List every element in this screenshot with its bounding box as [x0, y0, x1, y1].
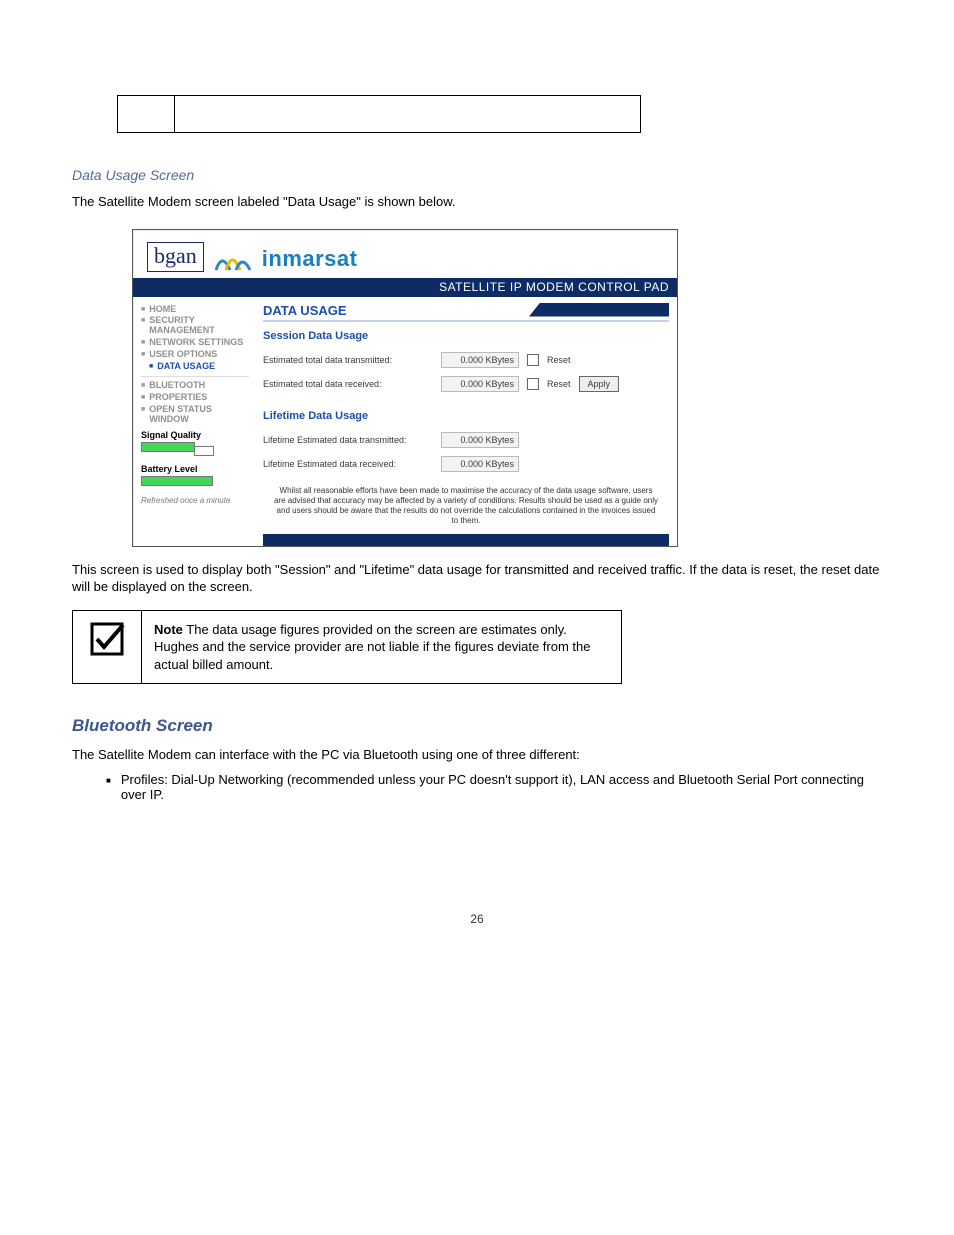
sidebar-item-label: USER OPTIONS: [149, 350, 217, 360]
sidebar-item-label: OPEN STATUS WINDOW: [149, 405, 249, 425]
note-text-cell: Note The data usage figures provided on …: [142, 610, 622, 684]
session-tx-reset-checkbox[interactable]: [527, 354, 539, 366]
section-intro: The Satellite Modem screen labeled "Data…: [72, 193, 882, 211]
session-rx-reset-checkbox[interactable]: [527, 378, 539, 390]
bluetooth-bullet-text: Profiles: Dial-Up Networking (recommende…: [121, 772, 882, 802]
sidebar-item-open-status[interactable]: ■OPEN STATUS WINDOW: [141, 405, 249, 425]
battery-level-label: Battery Level: [141, 464, 249, 474]
note-box: Note The data usage figures provided on …: [72, 610, 622, 685]
sidebar-item-network[interactable]: ■NETWORK SETTINGS: [141, 338, 249, 348]
session-rx-value: 0.000 KBytes: [441, 376, 519, 392]
checkmark-icon: [89, 621, 125, 657]
note-text: The data usage figures provided on the s…: [154, 622, 590, 672]
inmarsat-waves-icon: [212, 250, 254, 272]
lifetime-rx-row: Lifetime Estimated data received: 0.000 …: [263, 456, 669, 472]
session-heading: Session Data Usage: [263, 330, 669, 342]
bgan-logo: bgan: [147, 242, 204, 272]
sidebar-item-properties[interactable]: ■PROPERTIES: [141, 393, 249, 403]
top-table-cell-2: [175, 96, 641, 133]
screenshot-footer-bar: [263, 534, 669, 546]
after-shot-text: This screen is used to display both "Ses…: [72, 561, 882, 596]
usage-disclaimer: Whilst all reasonable efforts have been …: [263, 480, 669, 532]
control-pad-title-bar: SATELLITE IP MODEM CONTROL PAD: [133, 278, 677, 297]
sidebar-item-label: BLUETOOTH: [149, 381, 205, 391]
sidebar-item-home[interactable]: ■HOME: [141, 305, 249, 315]
lifetime-heading: Lifetime Data Usage: [263, 410, 669, 422]
bluetooth-heading: Bluetooth Screen: [72, 716, 882, 736]
screenshot-header: bgan inmarsat: [133, 230, 677, 278]
signal-quality-bar-empty: [194, 446, 214, 456]
page-number: 26: [72, 912, 882, 926]
note-label: Note: [154, 622, 183, 637]
lifetime-rx-value: 0.000 KBytes: [441, 456, 519, 472]
sidebar-item-data-usage[interactable]: ■DATA USAGE: [141, 362, 249, 372]
bullet-icon: ■: [106, 776, 111, 802]
bluetooth-bullet: ■ Profiles: Dial-Up Networking (recommen…: [106, 772, 882, 802]
sidebar-item-label: HOME: [149, 305, 176, 315]
bluetooth-intro: The Satellite Modem can interface with t…: [72, 746, 882, 764]
sidebar-item-bluetooth[interactable]: ■BLUETOOTH: [141, 381, 249, 391]
inmarsat-logo-text: inmarsat: [262, 246, 358, 272]
session-tx-value: 0.000 KBytes: [441, 352, 519, 368]
lifetime-tx-label: Lifetime Estimated data transmitted:: [263, 435, 433, 445]
top-empty-table: [117, 95, 641, 133]
sidebar-item-label: NETWORK SETTINGS: [149, 338, 243, 348]
modem-screenshot: bgan inmarsat SATELLITE IP MODEM CONTROL…: [132, 229, 678, 547]
signal-quality-bar: [141, 442, 195, 452]
sidebar: ■HOME ■SECURITY MANAGEMENT ■NETWORK SETT…: [133, 297, 253, 546]
battery-level-bar: [141, 476, 213, 486]
section-heading: Data Usage Screen: [72, 167, 882, 183]
sidebar-item-label: PROPERTIES: [149, 393, 207, 403]
session-rx-label: Estimated total data received:: [263, 379, 433, 389]
sidebar-item-security[interactable]: ■SECURITY MANAGEMENT: [141, 316, 249, 336]
session-tx-label: Estimated total data transmitted:: [263, 355, 433, 365]
signal-quality-label: Signal Quality: [141, 430, 249, 440]
lifetime-rx-label: Lifetime Estimated data received:: [263, 459, 433, 469]
lifetime-tx-value: 0.000 KBytes: [441, 432, 519, 448]
main-panel: DATA USAGE Session Data Usage Estimated …: [253, 297, 677, 546]
reset-label: Reset: [547, 379, 571, 389]
reset-label: Reset: [547, 355, 571, 365]
sidebar-item-user-options[interactable]: ■USER OPTIONS: [141, 350, 249, 360]
sidebar-item-label: SECURITY MANAGEMENT: [149, 316, 249, 336]
note-icon-cell: [73, 610, 142, 684]
apply-button[interactable]: Apply: [579, 376, 620, 392]
lifetime-tx-row: Lifetime Estimated data transmitted: 0.0…: [263, 432, 669, 448]
sidebar-item-label: DATA USAGE: [157, 362, 215, 372]
session-tx-row: Estimated total data transmitted: 0.000 …: [263, 352, 669, 368]
sidebar-refresh-note: Refreshed once a minute: [141, 496, 249, 505]
top-table-cell-1: [118, 96, 175, 133]
page-title: DATA USAGE: [263, 303, 669, 322]
session-rx-row: Estimated total data received: 0.000 KBy…: [263, 376, 669, 392]
